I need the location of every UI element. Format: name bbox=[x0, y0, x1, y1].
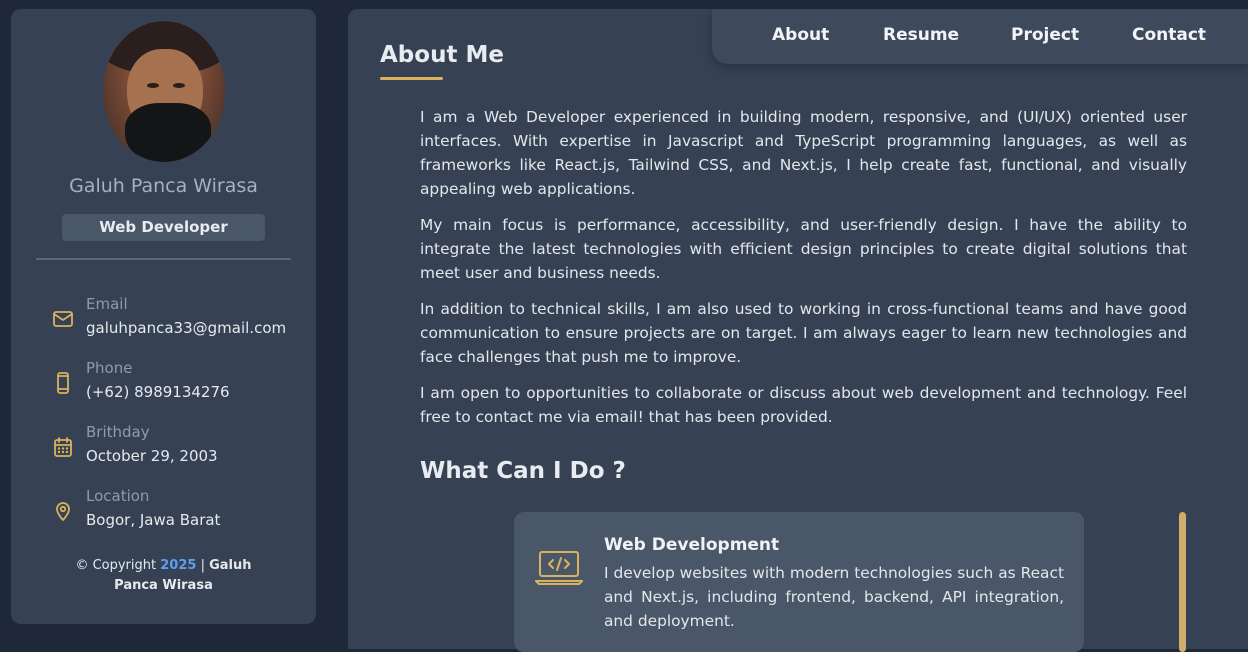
page-title: About Me bbox=[380, 42, 504, 68]
service-description: I develop websites with modern technolog… bbox=[604, 564, 1064, 630]
about-paragraph: In addition to technical skills, I am al… bbox=[420, 300, 1187, 366]
location-pin-icon bbox=[56, 502, 70, 521]
mail-icon bbox=[53, 311, 73, 327]
contact-label: Phone bbox=[86, 359, 133, 377]
contact-label: Brithday bbox=[86, 423, 150, 441]
copyright-separator: | bbox=[200, 558, 205, 573]
sidebar-divider bbox=[36, 258, 291, 260]
copyright-prefix: © Copyright bbox=[75, 558, 157, 573]
copyright-year: 2025 bbox=[160, 558, 197, 573]
services-scrollbar[interactable] bbox=[1179, 512, 1186, 652]
copyright-owner-rest: Panca Wirasa bbox=[114, 578, 213, 593]
service-card-web-development: Web Development I develop websites with … bbox=[514, 512, 1084, 652]
avatar bbox=[103, 21, 225, 162]
title-underline bbox=[380, 77, 443, 80]
service-title: Web Development bbox=[604, 535, 780, 555]
phone-icon bbox=[57, 372, 69, 394]
nav-about[interactable]: About bbox=[772, 25, 829, 45]
services-heading: What Can I Do ? bbox=[420, 458, 626, 484]
email-value[interactable]: galuhpanca33@gmail.com bbox=[86, 319, 286, 337]
profile-name: Galuh Panca Wirasa bbox=[69, 175, 258, 197]
role-badge: Web Developer bbox=[62, 214, 265, 241]
calendar-icon bbox=[54, 437, 72, 457]
about-paragraph: My main focus is performance, accessibil… bbox=[420, 216, 1187, 282]
code-laptop-icon bbox=[535, 551, 583, 585]
copyright: © Copyright 2025 | Galuh Panca Wirasa bbox=[11, 556, 316, 596]
contact-email: Email galuhpanca33@gmail.com bbox=[11, 295, 316, 345]
contact-label: Email bbox=[86, 295, 128, 313]
contact-location: Location Bogor, Jawa Barat bbox=[11, 487, 316, 537]
contact-birthday: Brithday October 29, 2003 bbox=[11, 423, 316, 473]
main-content: About Resume Project Contact About Me I … bbox=[348, 9, 1248, 652]
location-value: Bogor, Jawa Barat bbox=[86, 511, 221, 529]
birthday-value: October 29, 2003 bbox=[86, 447, 218, 465]
phone-value[interactable]: (+62) 8989134276 bbox=[86, 383, 230, 401]
profile-sidebar: Galuh Panca Wirasa Web Developer Email g… bbox=[11, 9, 316, 624]
about-paragraph: I am open to opportunities to collaborat… bbox=[420, 384, 1187, 426]
top-navbar: About Resume Project Contact bbox=[712, 9, 1248, 64]
nav-project[interactable]: Project bbox=[1011, 25, 1079, 45]
contact-phone: Phone (+62) 8989134276 bbox=[11, 359, 316, 409]
nav-resume[interactable]: Resume bbox=[883, 25, 959, 45]
contact-label: Location bbox=[86, 487, 150, 505]
about-paragraph: I am a Web Developer experienced in buil… bbox=[420, 108, 1187, 198]
copyright-owner-first: Galuh bbox=[209, 558, 252, 573]
about-text: I am a Web Developer experienced in buil… bbox=[420, 105, 1187, 441]
nav-contact[interactable]: Contact bbox=[1132, 25, 1206, 45]
